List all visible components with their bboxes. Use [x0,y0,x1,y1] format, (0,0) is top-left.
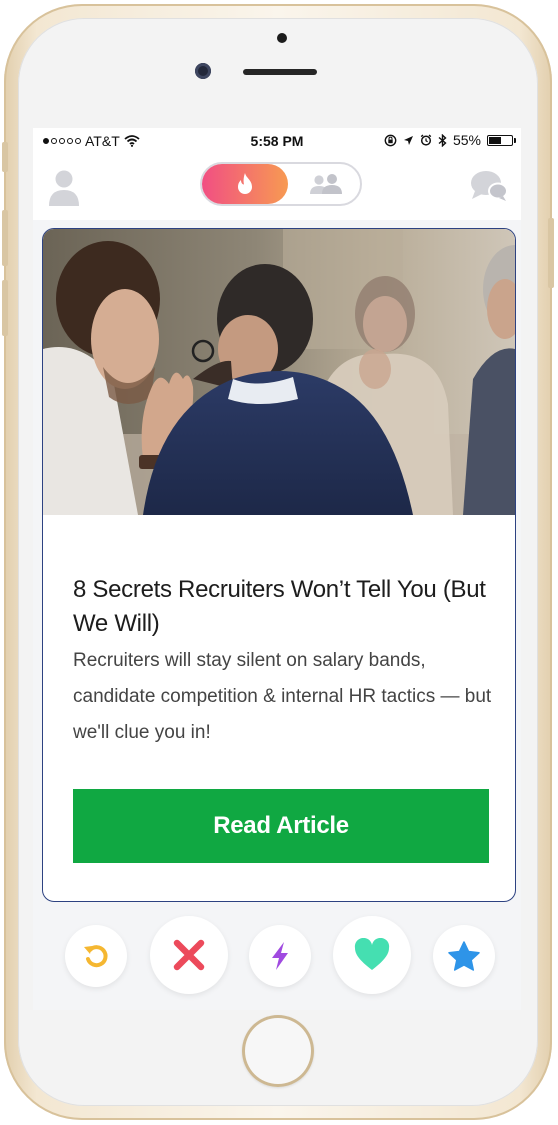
lightning-icon [272,942,288,970]
rewind-button[interactable] [65,925,127,987]
battery-fill [489,136,501,144]
read-article-button[interactable]: Read Article [73,789,489,863]
like-button[interactable] [333,916,411,994]
top-navigation [33,154,521,220]
volume-up-button [2,210,8,266]
super-like-button[interactable] [433,925,495,987]
earpiece-speaker [243,69,317,75]
article-card[interactable]: 8 Secrets Recruiters Won’t Tell You (But… [42,228,516,902]
flame-icon [238,173,252,194]
tab-discover[interactable] [202,164,288,204]
front-camera [277,33,287,43]
group-icon [310,174,342,194]
orientation-lock-icon [384,134,397,146]
article-photo [43,229,515,515]
battery-icon [487,134,516,146]
star-icon [448,941,480,971]
proximity-sensor [195,63,211,79]
status-bar: AT&T 5:58 PM 55% [33,128,521,154]
chat-icon[interactable] [469,168,509,204]
battery-percent: 55% [452,132,481,148]
power-button [548,218,554,288]
heart-icon [354,938,390,970]
status-icons: 55% [384,132,516,148]
app-screen: AT&T 5:58 PM 55% 8 Secrets Recruiters Wo… [33,128,521,1010]
mute-switch [2,142,8,172]
profile-icon[interactable] [47,168,81,206]
rewind-icon [84,945,108,968]
mode-toggle[interactable] [200,162,362,206]
volume-down-button [2,280,8,336]
location-icon [403,135,413,145]
article-title: 8 Secrets Recruiters Won’t Tell You (But… [73,576,486,637]
action-bar [33,908,521,1008]
boost-button[interactable] [249,925,311,987]
article-description: Recruiters will stay silent on salary ba… [73,650,492,743]
nope-button[interactable] [150,916,228,994]
home-button[interactable] [242,1015,314,1087]
bluetooth-icon [438,133,447,147]
tab-social[interactable] [302,170,350,198]
close-icon [173,939,205,971]
alarm-icon [420,134,432,146]
